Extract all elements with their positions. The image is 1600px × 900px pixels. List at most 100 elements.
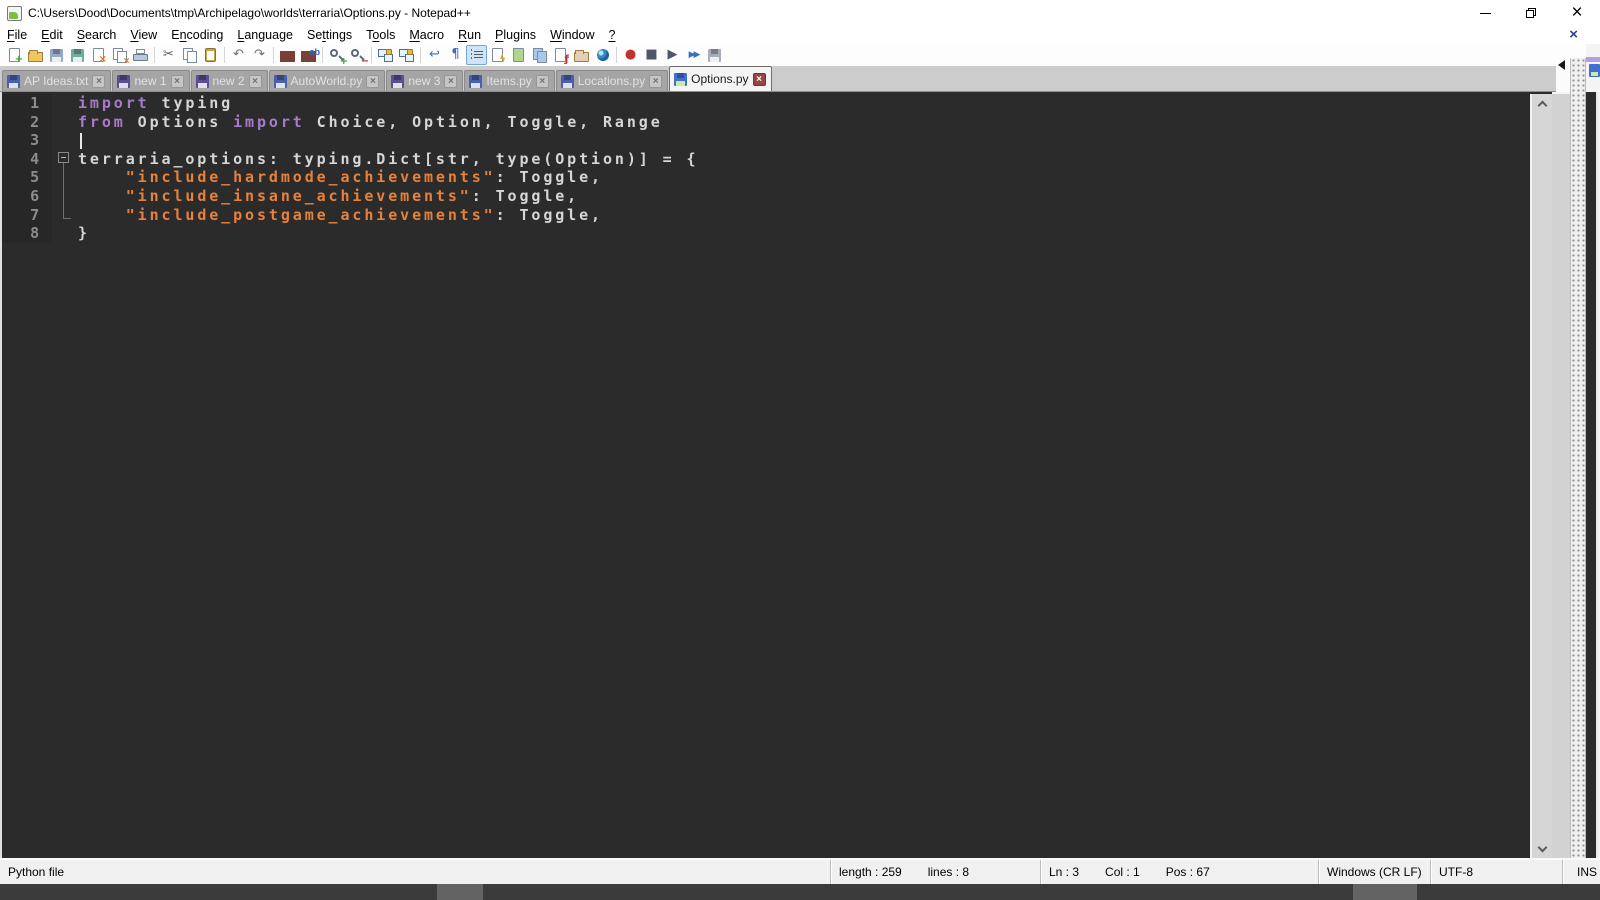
floppy-shutter [472,74,480,80]
new-file-icon[interactable]: + [4,45,25,65]
status-eol-format[interactable]: Windows (CR LF) [1318,860,1430,884]
menu-settings[interactable]: Settings [300,26,359,44]
menu-search[interactable]: Search [70,26,124,44]
redo-icon[interactable]: ↷ [249,45,270,65]
code-line-6[interactable]: 6 "include_insane_achievements": Toggle, [2,186,1528,206]
code-line-4[interactable]: 4 terraria_options: typing.Dict[str, type… [2,149,1528,169]
zoom-ring [330,48,338,57]
word-wrap-icon[interactable]: ↩ [424,45,445,65]
code-line-8[interactable]: 8} [2,224,1528,243]
close-button[interactable]: × [1554,0,1600,26]
status-doc-type: Python file [8,865,65,879]
macro-save-icon[interactable] [704,45,725,65]
scroll-up-button[interactable] [1532,94,1552,112]
tab-autoworld-py[interactable]: AutoWorld.py × [268,70,386,91]
title-bar[interactable]: C:\Users\Dood\Documents\tmp\Archipelago\… [0,0,1600,26]
tab-close-icon[interactable]: × [444,74,458,88]
floppy-shutter [394,74,402,80]
tab-close-icon[interactable]: × [366,74,380,88]
sync-horizontal-scroll-icon[interactable] [396,45,417,65]
fold-margin [52,113,78,132]
tab-locations-py[interactable]: Locations.py × [555,70,669,91]
cut-icon[interactable]: ✂ [158,45,179,65]
view-splitter[interactable] [1570,58,1586,858]
tab-items-py[interactable]: Items.py × [464,70,555,91]
tab-close-icon[interactable]: × [535,74,549,88]
macro-play-icon[interactable]: ▶ [662,45,683,65]
menubar-close-icon[interactable]: × [1569,27,1578,43]
plugin-lightning-icon[interactable]: ϟ [487,45,508,65]
menu-window[interactable]: Window [543,26,601,44]
find-icon[interactable] [277,45,298,65]
status-encoding[interactable]: UTF-8 [1430,860,1562,884]
close-all-icon[interactable]: × [109,45,130,67]
folder-as-workspace-icon[interactable] [571,45,592,65]
second-view-floppy-icon[interactable] [1589,64,1600,77]
macro-record-icon[interactable]: ● [620,45,641,65]
code-line-2[interactable]: 2 from Options import Choice, Option, Tog… [2,112,1528,132]
document-list-icon[interactable] [529,45,550,65]
tab-options-py[interactable]: Options.py × [669,66,772,91]
tab-new-2[interactable]: new 2 × [190,70,268,91]
code-line-3[interactable]: 3 [2,131,1528,150]
tab-close-icon[interactable]: × [170,74,184,88]
menu-encoding[interactable]: Encoding [164,26,230,44]
copy-icon[interactable] [179,45,200,65]
menu-run[interactable]: Run [451,26,488,44]
floppy-shutter [276,74,284,80]
tab-close-icon[interactable]: × [752,72,766,86]
document-map-icon[interactable] [508,45,529,65]
menu-edit[interactable]: Edit [34,26,70,44]
menu-macro[interactable]: Macro [402,26,451,44]
indent-guide-icon[interactable] [466,45,487,65]
taskbar-strip [0,884,1600,900]
monitoring-eye-icon[interactable] [592,45,613,65]
vertical-scrollbar[interactable] [1530,94,1552,858]
tab-new-3[interactable]: new 3 × [386,70,464,91]
show-all-characters-icon[interactable]: ¶ [445,45,466,65]
function-list-icon[interactable]: ƒ [550,45,571,65]
menu-file[interactable]: File [0,26,34,44]
editor[interactable]: 1 import typing 2 from Options import Choic… [0,92,1552,858]
restore-button[interactable] [1508,0,1554,26]
zoom-out-icon[interactable]: − [347,45,369,67]
code-text: "include_insane_achievements": Toggle, [78,187,579,206]
replace-icon[interactable]: ab [298,45,320,65]
taskbar-button[interactable] [1353,884,1417,900]
tab-label: new 3 [408,74,441,88]
taskbar-button[interactable] [437,884,483,900]
menu-view[interactable]: View [123,26,164,44]
print-icon[interactable] [130,45,151,65]
code-line-5[interactable]: 5 "include_hardmode_achievements": Toggl… [2,168,1528,187]
tab-close-icon[interactable]: × [92,74,106,88]
printer-body [133,53,148,61]
code-text: import typing [78,94,233,113]
menu-language[interactable]: Language [230,26,300,44]
splitter-collapse-left-icon[interactable] [1558,60,1565,70]
macro-run-multiple-icon[interactable]: ▶▶ [683,45,704,65]
open-file-icon[interactable] [25,45,46,65]
tab-close-icon[interactable]: × [248,74,262,88]
zoom-in-icon[interactable]: + [326,45,348,67]
fold-marker-icon[interactable] [58,152,69,163]
sync-vertical-scroll-icon[interactable] [375,45,396,65]
macro-stop-icon[interactable]: ■ [641,45,662,65]
paste-icon[interactable] [200,45,221,65]
scroll-down-button[interactable] [1532,840,1552,858]
badge: × [123,55,130,67]
menu-help[interactable]: ? [602,26,623,44]
minimize-button[interactable] [1462,0,1508,26]
tab-ap-ideas-txt[interactable]: AP Ideas.txt × [2,70,112,91]
save-all-icon[interactable] [67,45,88,65]
floppy-label [562,82,572,88]
save-icon[interactable] [46,45,67,65]
status-insert-mode[interactable]: INS [1562,860,1600,884]
code-line-7[interactable]: 7 "include_postgame_achievements": Toggl… [2,205,1528,225]
tab-new-1[interactable]: new 1 × [112,70,190,91]
close-file-icon[interactable]: × [88,45,109,65]
menu-tools[interactable]: Tools [359,26,402,44]
undo-icon[interactable]: ↶ [228,45,249,65]
tab-close-icon[interactable]: × [649,74,663,88]
code-line-1[interactable]: 1 import typing [2,94,1528,113]
menu-plugins[interactable]: Plugins [488,26,543,44]
